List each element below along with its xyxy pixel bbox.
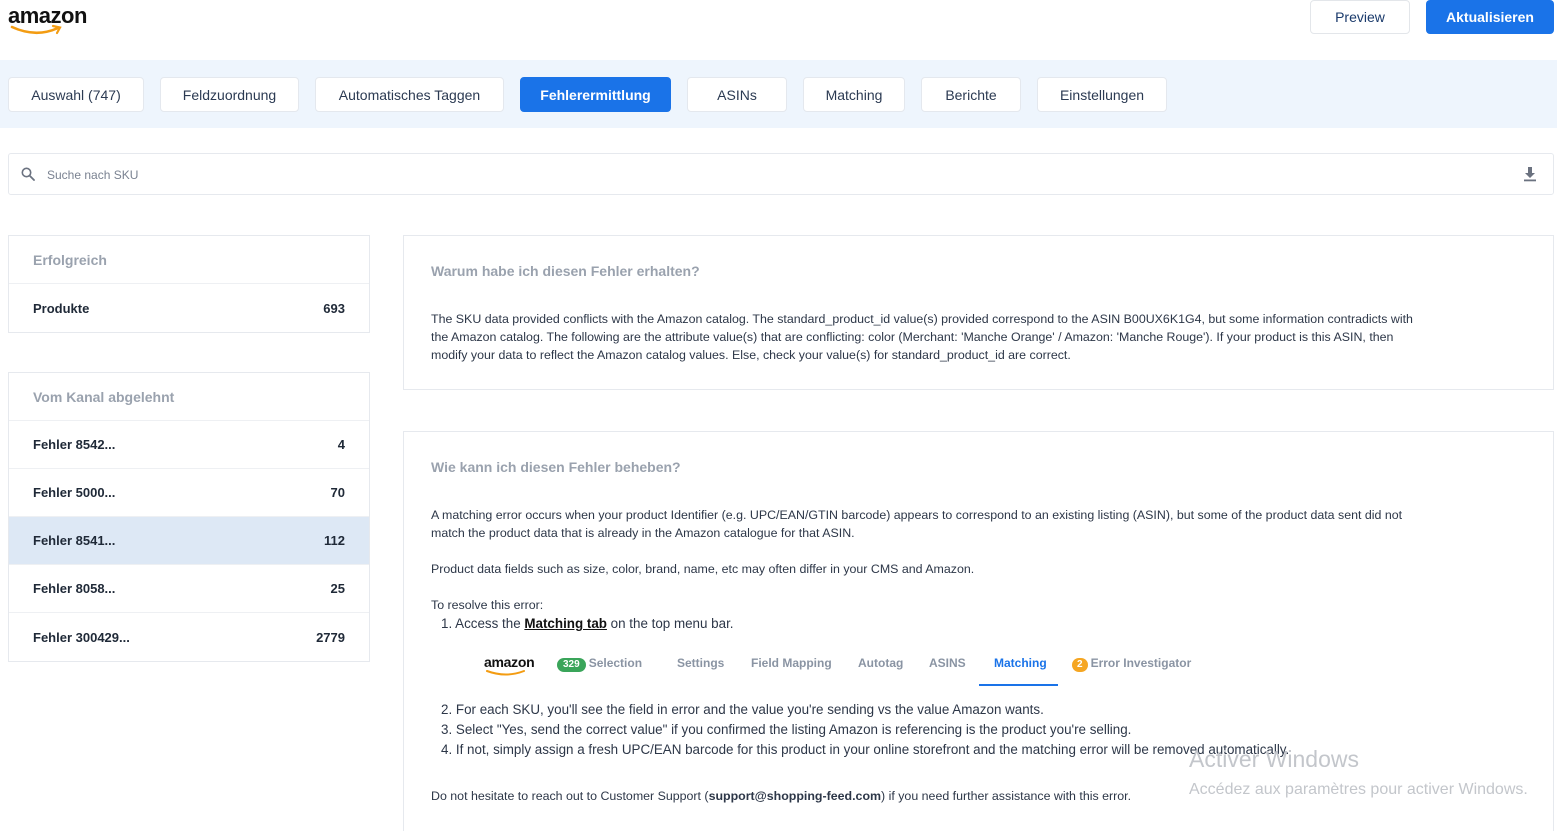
row-count: 25 (330, 581, 345, 596)
tab-settings[interactable]: Einstellungen (1037, 77, 1167, 112)
success-panel: Erfolgreich Produkte 693 (8, 235, 370, 333)
mini-matching: Matching (994, 656, 1047, 670)
row-label: Fehler 300429... (33, 629, 130, 645)
row-count: 112 (324, 533, 345, 548)
row-count: 693 (323, 300, 345, 316)
mini-selection-badge: 329 (557, 658, 586, 672)
row-count: 4 (337, 437, 345, 452)
mini-menu-illustration: amazon 329 Selection Settings Field Mappi… (484, 644, 1224, 688)
mini-matching-underline (979, 684, 1058, 686)
row-label: Fehler 8541... (33, 533, 116, 548)
mini-selection-label: Selection (588, 656, 643, 670)
tab-matching[interactable]: Matching (803, 77, 905, 112)
mini-error-investigator: 2 Error Investigator (1072, 656, 1191, 672)
top-header: amazon Preview Aktualisieren (0, 0, 1557, 60)
error-row[interactable]: Fehler 8542... 4 (9, 421, 369, 469)
fields-note: Product data fields such as size, color,… (431, 562, 975, 576)
update-button[interactable]: Aktualisieren (1426, 0, 1554, 34)
tab-reports[interactable]: Berichte (921, 77, 1021, 112)
step-3: 3. Select "Yes, send the correct value" … (441, 722, 1132, 737)
how-to-fix-card: Wie kann ich diesen Fehler beheben? A ma… (403, 431, 1554, 831)
matching-tab-link[interactable]: Matching tab (524, 616, 607, 631)
tab-auto-tagging[interactable]: Automatisches Taggen (315, 77, 504, 112)
step-1-prefix: 1. Access the (441, 616, 525, 631)
resolve-label: To resolve this error: (431, 598, 544, 612)
support-note: Do not hesitate to reach out to Customer… (431, 787, 1131, 805)
tab-asins[interactable]: ASINs (687, 77, 787, 112)
why-error-card: Warum habe ich diesen Fehler erhalten? T… (403, 235, 1554, 390)
amazon-logo: amazon (8, 4, 92, 36)
sku-search-bar (8, 153, 1554, 195)
error-row-selected[interactable]: Fehler 8541... 112 (9, 517, 369, 565)
support-email-link[interactable]: support@shopping-feed.com (709, 789, 881, 803)
error-row[interactable]: Fehler 5000... 70 (9, 469, 369, 517)
row-label: Fehler 5000... (33, 485, 116, 500)
step-4: 4. If not, simply assign a fresh UPC/EAN… (441, 742, 1290, 757)
mini-logo-smile-icon (486, 670, 525, 676)
download-icon[interactable] (1523, 166, 1537, 182)
windows-watermark-title: Activer Windows (1189, 746, 1359, 772)
mini-error-badge: 2 (1072, 658, 1088, 672)
tab-error-investigator[interactable]: Fehlerermittlung (520, 77, 671, 112)
error-row[interactable]: Fehler 8058... 25 (9, 565, 369, 613)
why-error-text: The SKU data provided conflicts with the… (431, 312, 1413, 362)
matching-error-intro: A matching error occurs when your produc… (431, 508, 1403, 540)
rejected-panel-title: Vom Kanal abgelehnt (9, 373, 369, 421)
windows-watermark-subtitle: Accédez aux paramètres pour activer Wind… (1189, 781, 1528, 798)
error-row[interactable]: Fehler 300429... 2779 (9, 613, 369, 661)
step-1-suffix: on the top menu bar. (606, 616, 734, 631)
tab-field-mapping[interactable]: Feldzuordnung (160, 77, 299, 112)
sku-search-input[interactable] (47, 163, 1447, 187)
step-1: 1. Access the Matching tab on the top me… (441, 614, 734, 634)
mini-autotag: Autotag (858, 656, 904, 670)
search-icon (21, 167, 35, 181)
mini-error-label: Error Investigator (1090, 656, 1192, 670)
row-label: Produkte (33, 300, 90, 316)
mini-settings: Settings (677, 656, 725, 670)
success-row-products[interactable]: Produkte 693 (9, 284, 369, 332)
preview-button[interactable]: Preview (1310, 0, 1410, 34)
mini-asins: ASINS (929, 656, 966, 670)
tab-selection[interactable]: Auswahl (747) (8, 77, 144, 112)
success-panel-title: Erfolgreich (9, 236, 369, 284)
row-count: 2779 (316, 629, 345, 645)
mini-selection: 329 Selection (557, 656, 642, 672)
row-label: Fehler 8058... (33, 581, 116, 596)
mini-amazon-logo: amazon (484, 654, 535, 670)
row-count: 70 (330, 485, 345, 500)
tab-bar: Auswahl (747) Feldzuordnung Automatische… (0, 60, 1557, 128)
row-label: Fehler 8542... (33, 437, 116, 452)
why-error-title: Warum habe ich diesen Fehler erhalten? (431, 263, 700, 279)
step-2: 2. For each SKU, you'll see the field in… (441, 702, 1044, 717)
support-suffix: ) if you need further assistance with th… (881, 789, 1132, 803)
support-prefix: Do not hesitate to reach out to Customer… (431, 789, 709, 803)
rejected-panel: Vom Kanal abgelehnt Fehler 8542... 4 Feh… (8, 372, 370, 662)
logo-smile-icon (10, 24, 62, 35)
mini-field-mapping: Field Mapping (751, 656, 832, 670)
how-to-fix-title: Wie kann ich diesen Fehler beheben? (431, 459, 681, 475)
